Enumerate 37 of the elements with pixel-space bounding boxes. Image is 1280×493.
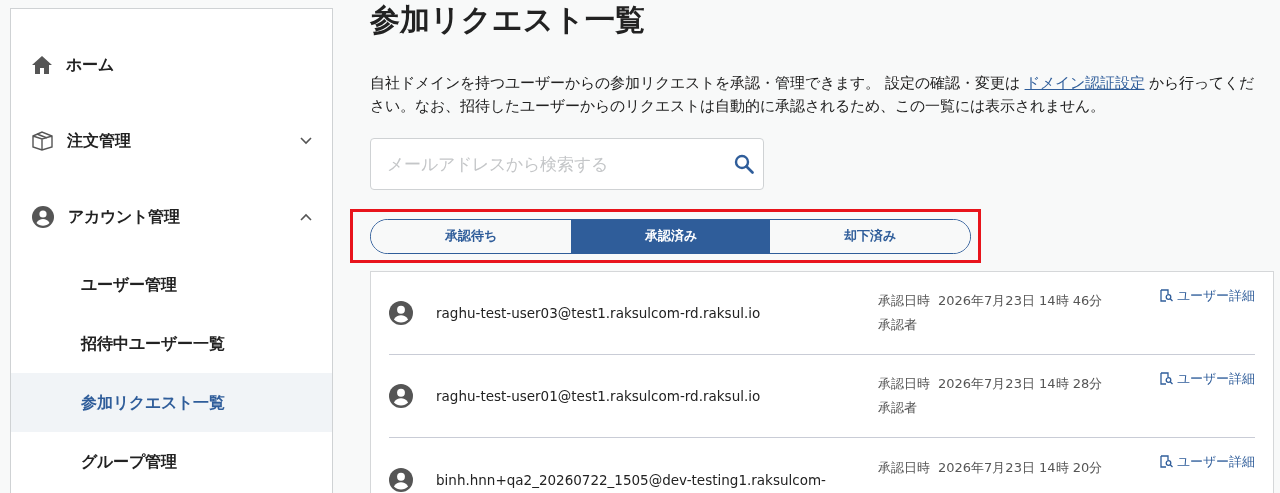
account-icon	[32, 206, 54, 228]
approved-label: 承認日時	[878, 458, 930, 477]
description-text: 自社ドメインを持つユーザーからの参加リクエストを承認・管理できます。 設定の確認・変更は ドメイン認証設定 から行ってください。なお、招待したユーザーからのリクエストは自動的に承認されるため、この一覧には表示されません。	[370, 73, 1256, 117]
sidebar-item[interactable]: アカウント管理	[11, 179, 332, 255]
approved-label: 承認日時	[878, 292, 930, 310]
domain-settings-link[interactable]: ドメイン認証設定	[1024, 74, 1145, 92]
email-text: raghu-test-user03@test1.raksulcom-rd.raksul.io	[436, 304, 762, 323]
user-detail-link[interactable]: ユーザー詳細	[1160, 286, 1255, 306]
sidebar-subitem[interactable]: グループ管理	[11, 432, 332, 491]
user-avatar-icon	[389, 384, 413, 408]
tab[interactable]: 承認済み	[570, 219, 771, 253]
approved-label: 承認日時	[878, 375, 930, 393]
profile-search-icon	[1160, 455, 1173, 469]
home-icon	[32, 56, 52, 74]
approver-label: 承認者	[878, 400, 917, 415]
user-detail-link[interactable]: ユーザー詳細	[1160, 369, 1255, 389]
chevron-up-icon	[300, 213, 312, 221]
approved-date: 2026年7月23日 14時 28分	[938, 375, 1103, 393]
email-text: raghu-test-user01@test1.raksulcom-rd.raksul.io	[436, 387, 762, 406]
email-text: binh.hnn+qa2_20260722_1505@dev-testing1.raksulcom-	[436, 470, 827, 490]
sidebar-item[interactable]: ホーム	[11, 27, 332, 103]
sidebar-subitem[interactable]: 参加リクエスト一覧	[11, 373, 332, 432]
search-icon[interactable]	[734, 154, 754, 174]
sidebar-subitem[interactable]: ユーザー管理	[11, 255, 332, 314]
approved-date: 2026年7月23日 14時 20分	[938, 458, 1103, 477]
page-title: 参加リクエスト一覧	[370, 1, 646, 39]
approver-label: 承認者	[878, 317, 917, 332]
chevron-down-icon	[300, 137, 312, 145]
user-detail-link[interactable]: ユーザー詳細	[1160, 452, 1255, 472]
approved-date: 2026年7月23日 14時 46分	[938, 292, 1103, 310]
profile-search-icon	[1160, 289, 1173, 303]
box-icon	[32, 131, 53, 151]
search-field[interactable]: メールアドレスから検索する	[370, 138, 764, 190]
sidebar-subitem[interactable]: 招待中ユーザー一覧	[11, 314, 332, 373]
profile-search-icon	[1160, 372, 1173, 386]
user-avatar-icon	[389, 301, 413, 325]
sidebar-item[interactable]: 注文管理	[11, 103, 332, 179]
